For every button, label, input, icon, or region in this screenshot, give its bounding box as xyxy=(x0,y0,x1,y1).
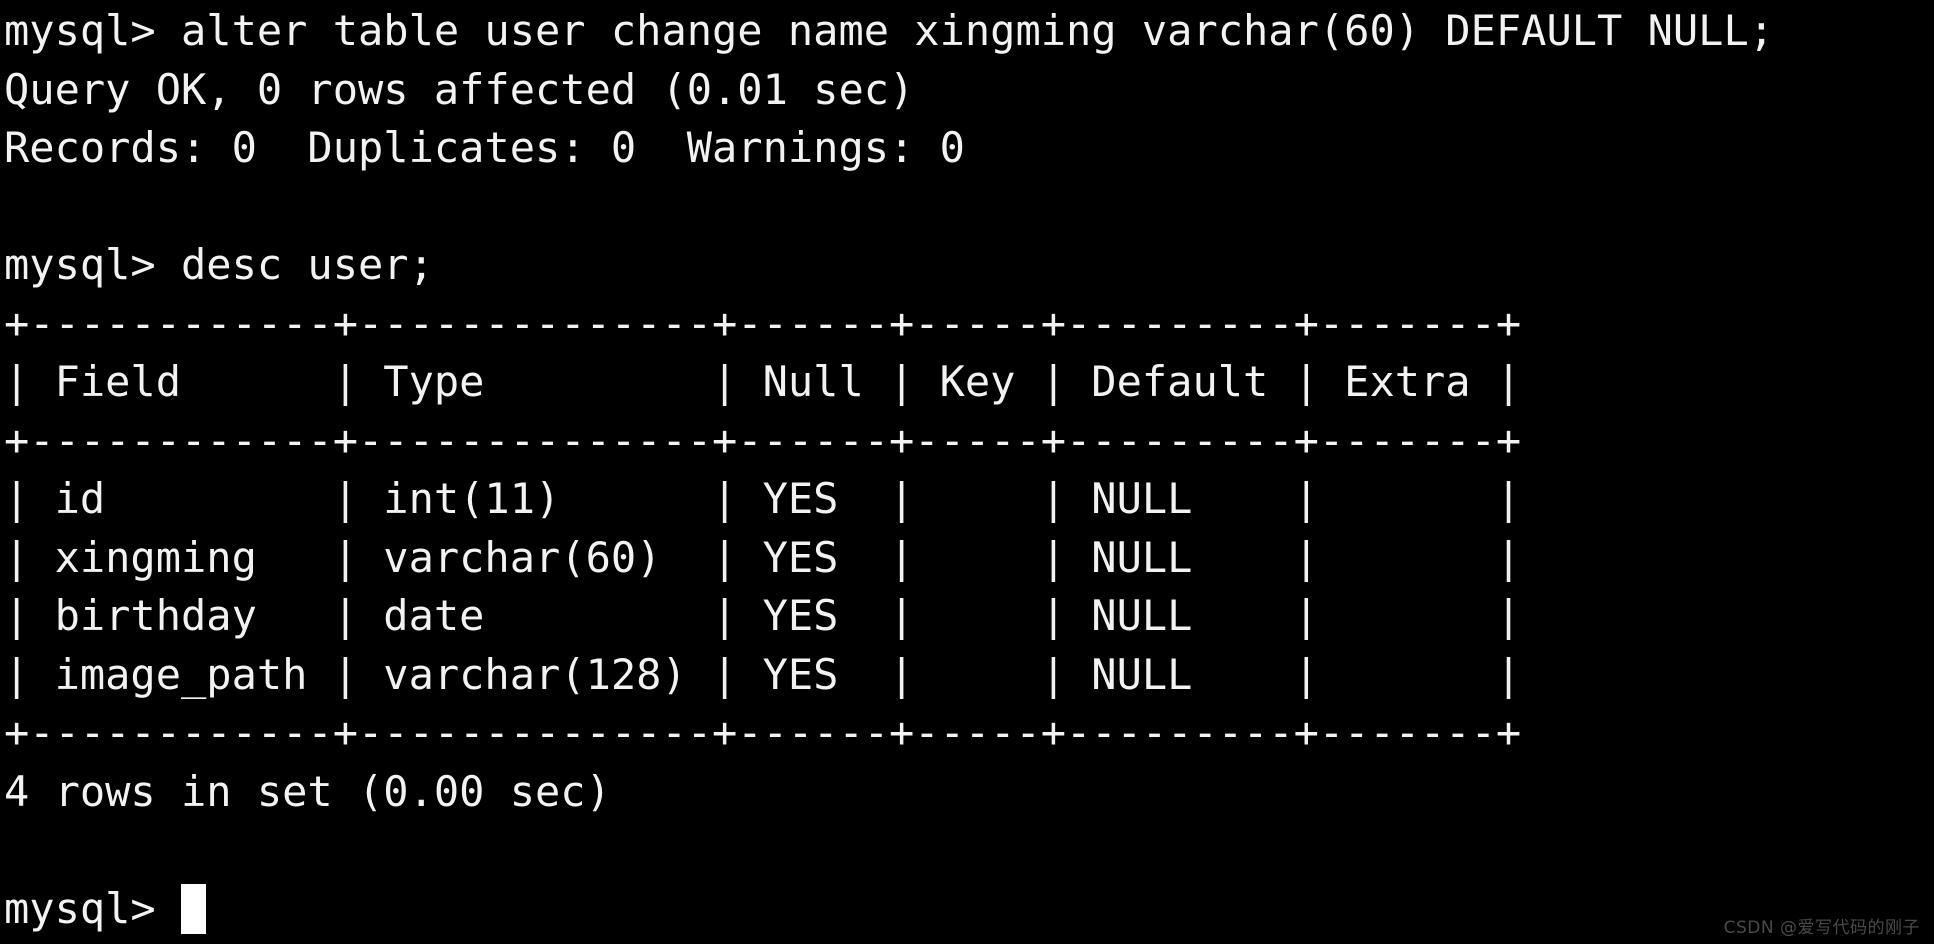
terminal-line-desc-user: mysql> desc user; xyxy=(4,240,434,289)
terminal-line-rows-in-set: 4 rows in set (0.00 sec) xyxy=(4,766,611,816)
table-row: | image_path | varchar(128) | YES | | NU… xyxy=(4,649,1522,699)
terminal-window[interactable]: mysql> alter table user change name xing… xyxy=(0,0,1934,944)
table-top-border: +------------+--------------+------+----… xyxy=(4,298,1522,348)
terminal-line-query-ok: Query OK, 0 rows affected (0.01 sec) xyxy=(4,64,915,114)
text-cursor xyxy=(181,883,207,934)
terminal-line-blank-2 xyxy=(4,821,1934,880)
prompt-label: mysql> xyxy=(4,883,182,933)
table-row: | birthday | date | YES | | NULL | | xyxy=(4,591,1522,640)
terminal-line-alter-table: mysql> alter table user change name xing… xyxy=(4,6,1775,55)
table-row: | id | int(11) | YES | | NULL | | xyxy=(4,474,1522,523)
terminal-line-blank-1 xyxy=(4,178,1934,237)
table-header-separator: +------------+--------------+------+----… xyxy=(4,415,1522,465)
terminal-line-records: Records: 0 Duplicates: 0 Warnings: 0 xyxy=(4,123,965,172)
terminal-prompt-line[interactable]: mysql> xyxy=(4,880,1934,939)
table-row: | xingming | varchar(60) | YES | | NULL … xyxy=(4,532,1522,582)
watermark-label: CSDN @爱写代码的刚子 xyxy=(1723,918,1920,938)
table-bottom-border: +------------+--------------+------+----… xyxy=(4,708,1522,757)
table-header-row: | Field | Type | Null | Key | Default | … xyxy=(4,357,1522,406)
